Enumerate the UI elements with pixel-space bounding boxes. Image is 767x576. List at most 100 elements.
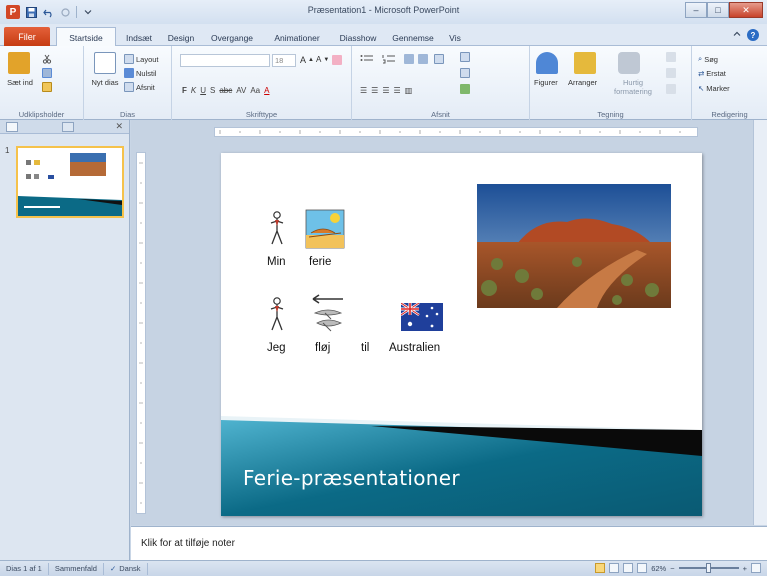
- strikethrough-button[interactable]: abc: [219, 86, 232, 95]
- justify-icon[interactable]: ☰: [394, 86, 401, 95]
- find-button[interactable]: ⌕ Søg: [698, 54, 718, 64]
- shape-fill-icon[interactable]: [666, 52, 676, 62]
- replace-button[interactable]: ⇄ Erstat: [698, 69, 726, 78]
- tab-slideshow[interactable]: Diasshow: [336, 29, 380, 46]
- normal-view-button[interactable]: [595, 563, 606, 573]
- grow-font-icon[interactable]: A ▲: [300, 55, 314, 65]
- format-painter-icon[interactable]: [42, 82, 52, 92]
- layout-button[interactable]: Layout: [124, 54, 159, 64]
- numbering-icon[interactable]: [382, 54, 396, 64]
- alignment-buttons: ☰ ☰ ☰ ☰ ▥: [360, 86, 412, 95]
- smartart-icon[interactable]: [460, 84, 470, 94]
- font-size-combo[interactable]: 18: [272, 54, 296, 67]
- tab-slides-view[interactable]: [6, 122, 18, 132]
- window-title: Præsentation1 - Microsoft PowerPoint: [307, 5, 460, 15]
- close-button[interactable]: ✕: [729, 2, 763, 18]
- vertical-scrollbar[interactable]: [753, 120, 767, 525]
- bullets-icon[interactable]: [360, 54, 374, 64]
- customize-qat-chevron-icon[interactable]: [82, 6, 94, 18]
- slide-canvas[interactable]: Min ferie Jeg fløj til Australien Ferie-…: [221, 153, 702, 516]
- notes-placeholder[interactable]: Klik for at tilføje noter: [141, 538, 235, 549]
- font-group: 18 A ▲ A ▼ F K U S abc AV Aa A Skrifttype: [172, 46, 352, 120]
- underline-button[interactable]: U: [200, 86, 206, 95]
- editing-group-label: Redigering: [711, 110, 748, 119]
- paste-icon[interactable]: [8, 52, 30, 74]
- align-left-icon[interactable]: ☰: [360, 86, 367, 95]
- clear-format-icon[interactable]: [332, 55, 342, 65]
- zoom-slider-thumb[interactable]: [705, 563, 711, 573]
- change-case-button[interactable]: Aa: [250, 86, 260, 95]
- tab-insert[interactable]: Indsæt: [122, 29, 156, 46]
- bold-button[interactable]: F: [182, 86, 187, 95]
- font-name-combo[interactable]: [180, 54, 270, 67]
- shadow-button[interactable]: S: [210, 86, 215, 95]
- columns-icon[interactable]: ▥: [405, 86, 413, 95]
- notes-pane[interactable]: Klik for at tilføje noter: [131, 526, 767, 560]
- tab-design[interactable]: Design: [164, 29, 198, 46]
- decrease-indent-icon[interactable]: [404, 54, 414, 64]
- shrink-font-icon[interactable]: A ▼: [316, 55, 329, 64]
- font-color-button[interactable]: A: [264, 86, 269, 95]
- shapes-button[interactable]: Figurer: [534, 78, 558, 87]
- increase-indent-icon[interactable]: [418, 54, 428, 64]
- close-pane-icon[interactable]: ✕: [115, 121, 123, 132]
- arrange-icon[interactable]: [574, 52, 596, 74]
- slide-sorter-view-button[interactable]: [609, 563, 620, 573]
- ribbon-help-area: ?: [733, 29, 759, 41]
- language-status[interactable]: ✓ Dansk: [104, 562, 148, 575]
- reset-label: Nulstil: [136, 68, 157, 78]
- align-center-icon[interactable]: ☰: [371, 86, 378, 95]
- arrange-button[interactable]: Arranger: [568, 78, 597, 87]
- zoom-in-button[interactable]: +: [743, 564, 747, 573]
- tab-view[interactable]: Vis: [444, 29, 466, 46]
- theme-name[interactable]: Sammenfald: [49, 562, 104, 575]
- shape-outline-icon[interactable]: [666, 68, 676, 78]
- copy-icon[interactable]: [42, 68, 52, 78]
- reset-icon: [124, 68, 134, 78]
- slideshow-view-button[interactable]: [637, 563, 648, 573]
- new-slide-button[interactable]: Nyt dias: [90, 78, 120, 87]
- save-icon[interactable]: [25, 6, 37, 18]
- slide-counter: Dias 1 af 1: [0, 562, 49, 575]
- character-spacing-button[interactable]: AV: [236, 86, 246, 95]
- tab-home[interactable]: Startside: [56, 27, 116, 47]
- zoom-slider[interactable]: [678, 563, 739, 573]
- minimize-ribbon-icon[interactable]: [733, 30, 741, 40]
- redo-icon[interactable]: [59, 6, 71, 18]
- undo-icon[interactable]: [42, 6, 54, 18]
- italic-button[interactable]: K: [191, 86, 196, 95]
- line-spacing-icon[interactable]: [434, 54, 444, 64]
- tab-outline-view[interactable]: [62, 122, 74, 132]
- tab-review[interactable]: Gennemse: [388, 29, 438, 46]
- paste-button-label[interactable]: Sæt ind: [6, 78, 34, 87]
- fit-to-window-button[interactable]: [751, 563, 761, 573]
- tab-file[interactable]: Filer: [4, 27, 50, 46]
- reset-button[interactable]: Nulstil: [124, 68, 156, 78]
- align-right-icon[interactable]: ☰: [382, 86, 389, 95]
- quick-styles-icon[interactable]: [618, 52, 640, 74]
- help-icon[interactable]: ?: [747, 29, 759, 41]
- zoom-out-button[interactable]: −: [670, 564, 674, 573]
- shape-effects-icon[interactable]: [666, 84, 676, 94]
- quick-styles-button[interactable]: Hurtig formatering: [608, 78, 658, 96]
- slide-title[interactable]: Ferie-præsentationer: [243, 466, 460, 490]
- tab-transitions[interactable]: Overgange: [206, 29, 258, 46]
- maximize-button[interactable]: □: [707, 2, 729, 18]
- word-ferie: ferie: [309, 256, 332, 268]
- powerpoint-logo-icon[interactable]: P: [6, 5, 20, 19]
- australia-landscape-photo[interactable]: [477, 184, 671, 308]
- tab-animations[interactable]: Animationer: [266, 29, 328, 46]
- slide-thumbnail[interactable]: [16, 146, 124, 218]
- new-slide-icon[interactable]: [94, 52, 116, 74]
- text-direction-icon[interactable]: [460, 52, 470, 62]
- align-text-icon[interactable]: [460, 68, 470, 78]
- cut-icon[interactable]: [42, 54, 52, 64]
- replace-label: Erstat: [706, 69, 726, 78]
- shapes-icon[interactable]: [536, 52, 558, 74]
- holiday-symbol-icon: [305, 209, 345, 249]
- zoom-level[interactable]: 62%: [651, 564, 666, 573]
- section-button[interactable]: Afsnit: [124, 82, 155, 92]
- select-button[interactable]: ↖ Marker: [698, 84, 730, 93]
- reading-view-button[interactable]: [623, 563, 634, 573]
- minimize-button[interactable]: –: [685, 2, 707, 18]
